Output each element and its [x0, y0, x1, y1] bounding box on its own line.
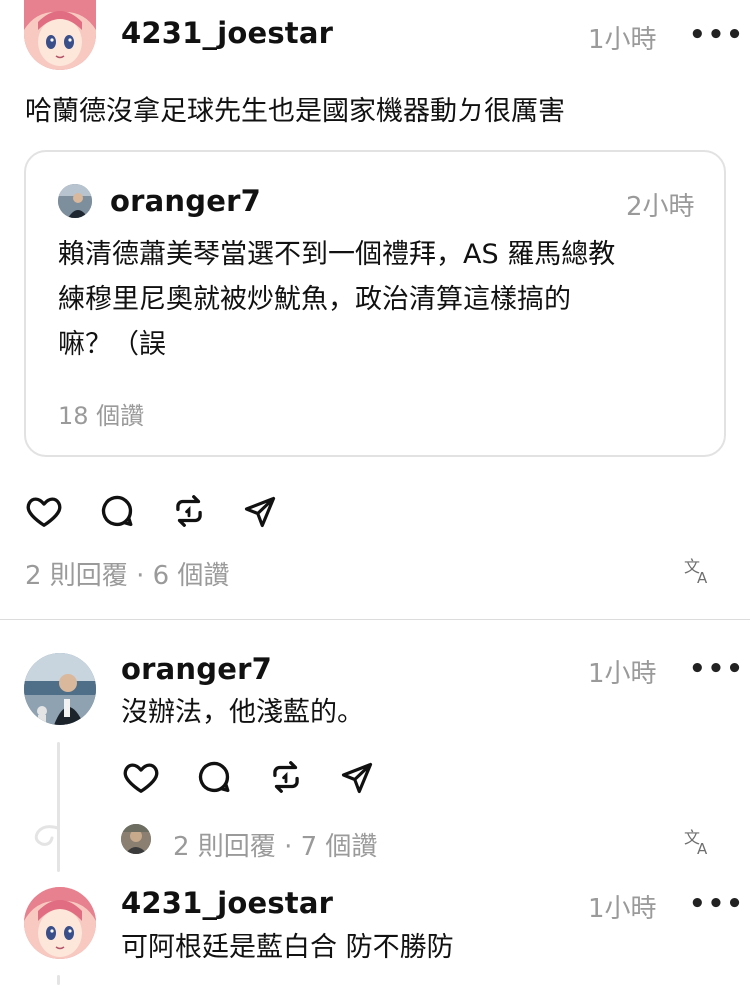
- reply-stats[interactable]: 2 則回覆 · 7 個讚: [173, 826, 377, 863]
- avatar[interactable]: [24, 0, 96, 70]
- post-actions: [24, 492, 284, 532]
- quote-likes[interactable]: 18 個讚: [58, 396, 144, 431]
- comment-icon[interactable]: [97, 492, 137, 530]
- reply-actions: [121, 758, 381, 798]
- thread-line: [57, 975, 60, 985]
- replier-avatar[interactable]: [121, 824, 151, 854]
- quote-time: 2小時: [626, 192, 695, 222]
- svg-text:A: A: [697, 840, 708, 856]
- post-username[interactable]: 4231_joestar: [121, 16, 333, 50]
- post-stats[interactable]: 2 則回覆 · 6 個讚: [25, 555, 229, 592]
- quote-text-line-2: 練穆里尼奧就被炒魷魚，政治清算這樣搞的: [58, 284, 571, 315]
- translate-icon[interactable]: 文A: [683, 555, 715, 585]
- quote-text-line-1: 賴清德蕭美琴當選不到一個禮拜，AS 羅馬總教: [58, 239, 616, 270]
- reply2-username[interactable]: 4231_joestar: [121, 886, 333, 920]
- heart-icon[interactable]: [24, 492, 64, 530]
- comment-icon[interactable]: [194, 758, 234, 796]
- quote-username[interactable]: oranger7: [110, 184, 261, 218]
- reply2-time: 1小時: [588, 894, 657, 924]
- thread-line: [57, 742, 60, 872]
- thread-curl-icon: [30, 822, 66, 852]
- repost-icon[interactable]: [169, 492, 209, 530]
- reply-text: 沒辦法，他淺藍的。: [121, 697, 364, 728]
- quote-avatar[interactable]: [58, 184, 92, 218]
- divider: [0, 619, 750, 620]
- translate-icon[interactable]: 文A: [683, 826, 715, 856]
- send-icon[interactable]: [240, 494, 280, 530]
- reply-username[interactable]: oranger7: [121, 652, 272, 686]
- more-options-icon[interactable]: •••: [689, 654, 745, 684]
- more-options-icon[interactable]: •••: [689, 20, 745, 50]
- quoted-post-card[interactable]: oranger7 2小時 賴清德蕭美琴當選不到一個禮拜，AS 羅馬總教 練穆里尼…: [24, 150, 726, 457]
- reply2-text: 可阿根廷是藍白合 防不勝防: [121, 932, 454, 963]
- more-options-icon[interactable]: •••: [689, 889, 745, 919]
- reply-time: 1小時: [588, 659, 657, 689]
- heart-icon[interactable]: [121, 758, 161, 796]
- send-icon[interactable]: [337, 760, 377, 796]
- quote-text-line-3: 嘛？（誤: [58, 329, 166, 360]
- svg-text:A: A: [697, 569, 708, 585]
- reply-avatar[interactable]: [24, 653, 96, 725]
- post-time: 1小時: [588, 25, 657, 55]
- reply2-avatar[interactable]: [24, 887, 96, 959]
- repost-icon[interactable]: [266, 758, 306, 796]
- post-text: 哈蘭德沒拿足球先生也是國家機器動ㄉ很厲害: [25, 96, 565, 127]
